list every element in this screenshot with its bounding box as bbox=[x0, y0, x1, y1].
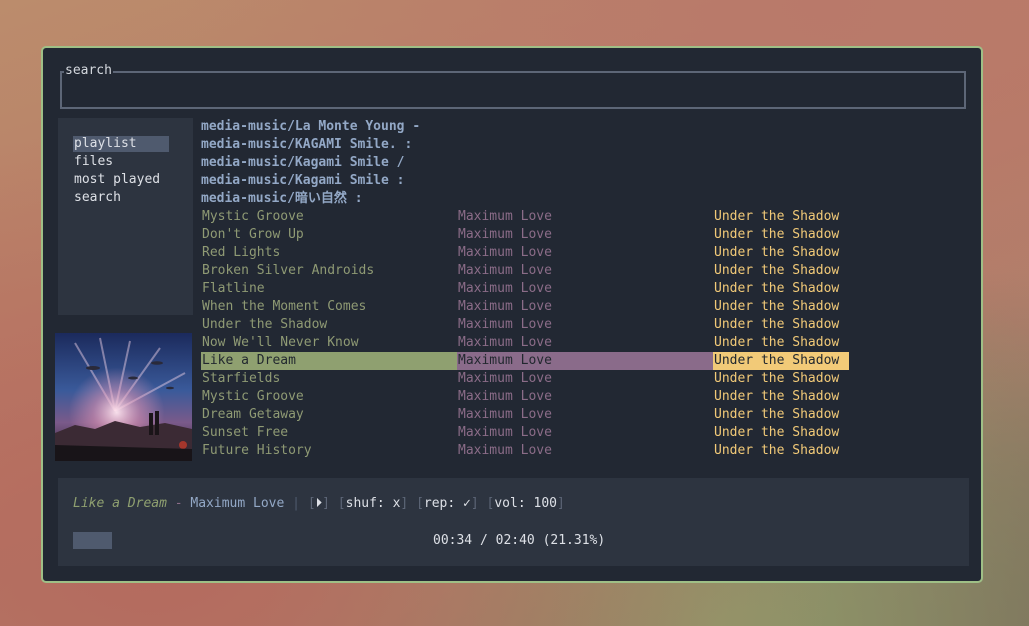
track-title: Starfields bbox=[202, 371, 281, 386]
track-title: Like a Dream bbox=[201, 352, 457, 370]
track-row[interactable]: Now We'll Never Know Maximum Love Under th… bbox=[201, 334, 849, 352]
volume-value: 100 bbox=[533, 496, 557, 511]
search-input[interactable]: search bbox=[60, 63, 966, 109]
play-button[interactable]: [⏵] bbox=[308, 496, 330, 511]
track-title: Under the Shadow bbox=[202, 317, 328, 332]
player-window: search playlist files most played search bbox=[41, 46, 983, 583]
track-artist: Under the Shadow bbox=[714, 335, 840, 350]
track-album: Maximum Love bbox=[458, 335, 552, 350]
album-cover-image bbox=[55, 333, 192, 461]
progress-fill bbox=[73, 532, 113, 549]
track-album: Maximum Love bbox=[458, 245, 552, 260]
track-row[interactable]: Don't Grow Up Maximum Love Under the Shado… bbox=[201, 226, 849, 244]
track-artist: Under the Shadow bbox=[714, 407, 840, 422]
track-artist: Under the Shadow bbox=[714, 299, 840, 314]
track-title: Mystic Groove bbox=[202, 209, 304, 224]
track-album: Maximum Love bbox=[458, 299, 552, 314]
track-album: Maximum Love bbox=[458, 407, 552, 422]
track-album: Maximum Love bbox=[457, 352, 713, 370]
shuffle-toggle[interactable]: [shuf: x] bbox=[338, 496, 408, 511]
progress-bar[interactable] bbox=[73, 532, 257, 549]
track-row[interactable]: Starfields Maximum Love Under the Shadow bbox=[201, 370, 849, 388]
track-row[interactable]: Sunset Free Maximum Love Under the Shadow bbox=[201, 424, 849, 442]
directory-row[interactable]: media-music/KAGAMI Smile. : bbox=[201, 136, 412, 154]
track-title: Sunset Free bbox=[202, 425, 289, 440]
track-row[interactable]: Broken Silver Androids Maximum Love Under … bbox=[201, 262, 849, 280]
shuffle-label: shuf: bbox=[345, 496, 385, 511]
sidebar-item-most-played[interactable]: most played bbox=[73, 172, 169, 188]
now-playing-title: Like a Dream bbox=[73, 496, 167, 511]
player-bar: Like a Dream - Maximum Love | [⏵] [shuf:… bbox=[58, 478, 969, 566]
now-playing-dash: - bbox=[166, 496, 191, 511]
track-title: Don't Grow Up bbox=[202, 227, 304, 242]
time-readout: 00:34 / 02:40 (21.31%) bbox=[433, 533, 606, 548]
track-title: Mystic Groove bbox=[202, 389, 304, 404]
track-row[interactable]: Future History Maximum Love Under the Shad… bbox=[201, 442, 849, 460]
now-playing-album: Maximum Love bbox=[190, 496, 285, 511]
repeat-value: ✓ bbox=[463, 496, 471, 511]
track-artist: Under the Shadow bbox=[713, 352, 849, 370]
directory-row[interactable]: media-music/Kagami Smile / bbox=[201, 154, 405, 172]
track-title: Red Lights bbox=[202, 245, 281, 260]
track-artist: Under the Shadow bbox=[714, 425, 840, 440]
track-row[interactable]: Mystic Groove Maximum Love Under the Shado… bbox=[201, 208, 849, 226]
track-artist: Under the Shadow bbox=[714, 209, 840, 224]
volume-label: vol: bbox=[494, 496, 526, 511]
track-title: Flatline bbox=[202, 281, 265, 296]
track-row[interactable]: Dream Getaway Maximum Love Under the Shado… bbox=[201, 406, 849, 424]
track-album: Maximum Love bbox=[458, 425, 552, 440]
track-artist: Under the Shadow bbox=[714, 227, 840, 242]
track-album: Maximum Love bbox=[458, 281, 552, 296]
track-artist: Under the Shadow bbox=[714, 281, 840, 296]
volume-control[interactable]: [vol: 100] bbox=[487, 496, 565, 511]
directory-row[interactable]: media-music/La Monte Young - bbox=[201, 118, 420, 136]
now-playing: Like a Dream - Maximum Love | [⏵] [shuf:… bbox=[73, 495, 565, 513]
sidebar: playlist files most played search bbox=[58, 118, 193, 315]
track-list: media-music/La Monte Young - media-music… bbox=[200, 118, 960, 463]
track-title: Dream Getaway bbox=[202, 407, 304, 422]
track-row[interactable]: When the Moment Comes Maximum Love Under t… bbox=[201, 298, 849, 316]
track-artist: Under the Shadow bbox=[714, 245, 840, 260]
track-artist: Under the Shadow bbox=[714, 317, 840, 332]
track-row-current[interactable]: Like a Dream Maximum Love Under the Shadow bbox=[201, 352, 849, 370]
track-artist: Under the Shadow bbox=[714, 371, 840, 386]
track-album: Maximum Love bbox=[458, 209, 552, 224]
search-title: search bbox=[64, 63, 113, 79]
track-album: Maximum Love bbox=[458, 227, 552, 242]
directory-row[interactable]: media-music/暗い自然 : bbox=[201, 190, 363, 208]
shuffle-value: x bbox=[392, 496, 401, 511]
sidebar-item-playlist[interactable]: playlist bbox=[73, 136, 169, 152]
sidebar-item-search[interactable]: search bbox=[73, 190, 169, 206]
track-title: Broken Silver Androids bbox=[202, 263, 375, 278]
track-album: Maximum Love bbox=[458, 443, 552, 458]
track-artist: Under the Shadow bbox=[714, 389, 840, 404]
track-row[interactable]: Under the Shadow Maximum Love Under the Sh… bbox=[201, 316, 849, 334]
track-row[interactable]: Red Lights Maximum Love Under the Shadow bbox=[201, 244, 849, 262]
track-row[interactable]: Flatline Maximum Love Under the Shadow bbox=[201, 280, 849, 298]
track-title: Future History bbox=[202, 443, 312, 458]
track-album: Maximum Love bbox=[458, 371, 552, 386]
track-artist: Under the Shadow bbox=[714, 263, 840, 278]
track-album: Maximum Love bbox=[458, 263, 552, 278]
track-album: Maximum Love bbox=[458, 317, 552, 332]
track-title: When the Moment Comes bbox=[202, 299, 367, 314]
play-icon: ⏵ bbox=[315, 496, 323, 511]
track-row[interactable]: Mystic Groove Maximum Love Under the Shado… bbox=[201, 388, 849, 406]
repeat-toggle[interactable]: [rep: ✓] bbox=[416, 496, 479, 511]
repeat-label: rep: bbox=[423, 496, 456, 511]
separator: | bbox=[292, 496, 300, 511]
track-album: Maximum Love bbox=[458, 389, 552, 404]
track-title: Now We'll Never Know bbox=[202, 335, 359, 350]
sidebar-item-files[interactable]: files bbox=[73, 154, 169, 170]
track-artist: Under the Shadow bbox=[714, 443, 840, 458]
directory-row[interactable]: media-music/Kagami Smile : bbox=[201, 172, 405, 190]
